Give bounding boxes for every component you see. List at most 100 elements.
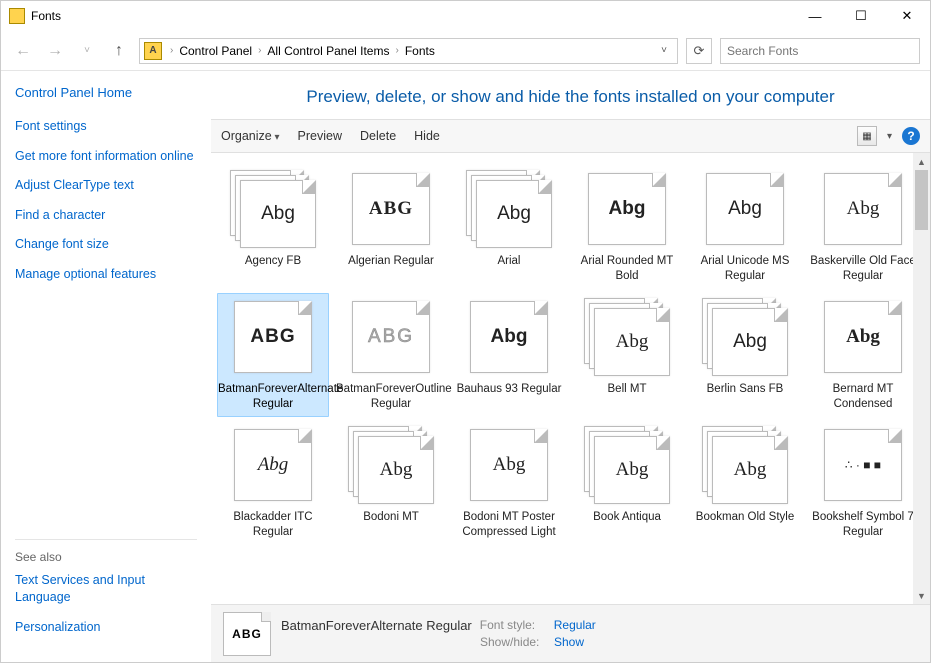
- sidebar-link[interactable]: Adjust ClearType text: [15, 177, 197, 195]
- details-sample: ABG: [232, 627, 262, 641]
- font-item[interactable]: Abg Bauhaus 93 Regular: [453, 293, 565, 417]
- view-options-button[interactable]: ▦: [857, 126, 877, 146]
- scrollbar[interactable]: ▲ ▼: [913, 153, 930, 604]
- breadcrumb-item[interactable]: Fonts: [401, 44, 439, 58]
- font-thumbnail: ABG: [230, 298, 316, 376]
- font-item[interactable]: AbgAgency FB: [217, 165, 329, 289]
- font-item[interactable]: Abg Arial Rounded MT Bold: [571, 165, 683, 289]
- sidebar-link[interactable]: Change font size: [15, 236, 197, 254]
- main-pane: Preview, delete, or show and hide the fo…: [211, 71, 930, 662]
- forward-button[interactable]: →: [43, 39, 67, 63]
- command-bar: Organize Preview Delete Hide ▦ ▾ ?: [211, 119, 930, 153]
- font-item[interactable]: ∴ · ■ ■Bookshelf Symbol 7 Regular: [807, 421, 919, 545]
- font-thumbnail: Abg: [702, 170, 788, 248]
- chevron-right-icon: ›: [393, 45, 400, 56]
- font-name-label: Arial Rounded MT Bold: [574, 254, 680, 284]
- font-item[interactable]: Abg Bell MT: [571, 293, 683, 417]
- font-item[interactable]: ABG Algerian Regular: [335, 165, 447, 289]
- font-thumbnail: Abg: [230, 426, 316, 504]
- font-name-label: Bell MT: [608, 382, 647, 397]
- details-value[interactable]: Regular: [554, 618, 596, 633]
- font-thumbnail: Abg: [702, 298, 788, 376]
- folder-icon: A: [144, 42, 162, 60]
- sidebar-link[interactable]: Manage optional features: [15, 266, 197, 284]
- font-item[interactable]: Abg Bodoni MT: [335, 421, 447, 545]
- font-thumbnail: Abg: [466, 426, 552, 504]
- sidebar-home-link[interactable]: Control Panel Home: [15, 85, 197, 100]
- window-title: Fonts: [31, 9, 792, 23]
- font-item[interactable]: Abg Book Antiqua: [571, 421, 683, 545]
- details-label: Font style:: [480, 618, 546, 633]
- close-button[interactable]: ✕: [884, 1, 930, 31]
- font-name-label: Algerian Regular: [348, 254, 434, 269]
- details-label: Show/hide:: [480, 635, 546, 649]
- hide-button[interactable]: Hide: [414, 129, 440, 143]
- organize-menu[interactable]: Organize: [221, 129, 280, 143]
- scroll-thumb[interactable]: [915, 170, 928, 230]
- see-also-link[interactable]: Text Services and Input Language: [15, 572, 197, 607]
- font-name-label: Arial Unicode MS Regular: [692, 254, 798, 284]
- see-also-heading: See also: [15, 539, 197, 564]
- font-thumbnail: Abg: [702, 426, 788, 504]
- font-thumbnail: Abg: [348, 426, 434, 504]
- details-thumbnail: ABG: [223, 612, 271, 656]
- font-thumbnail: Abg: [584, 298, 670, 376]
- font-thumbnail: Abg: [466, 298, 552, 376]
- sidebar-link[interactable]: Get more font information online: [15, 148, 197, 166]
- font-name-label: Bookman Old Style: [696, 510, 794, 525]
- font-name-label: Book Antiqua: [593, 510, 661, 525]
- scroll-down-button[interactable]: ▼: [913, 587, 930, 604]
- font-thumbnail: Abg: [820, 170, 906, 248]
- font-item[interactable]: Abg Arial Unicode MS Regular: [689, 165, 801, 289]
- font-name-label: Bernard MT Condensed: [810, 382, 916, 412]
- font-name-label: Bodoni MT Poster Compressed Light: [456, 510, 562, 540]
- scroll-up-button[interactable]: ▲: [913, 153, 930, 170]
- font-name-label: BatmanForeverAlternate Regular: [218, 382, 328, 412]
- breadcrumb-item[interactable]: Control Panel: [175, 44, 256, 58]
- details-value[interactable]: Show: [554, 635, 584, 649]
- up-button[interactable]: ↑: [107, 39, 131, 63]
- address-bar[interactable]: A › Control Panel › All Control Panel It…: [139, 38, 678, 64]
- font-thumbnail: Abg: [466, 170, 552, 248]
- font-item[interactable]: Abg Arial: [453, 165, 565, 289]
- font-item[interactable]: Abg Berlin Sans FB: [689, 293, 801, 417]
- page-heading: Preview, delete, or show and hide the fo…: [211, 71, 930, 119]
- font-thumbnail: Abg: [584, 170, 670, 248]
- font-thumbnail: Abg: [820, 298, 906, 376]
- chevron-down-icon[interactable]: ▾: [887, 131, 892, 142]
- sidebar: Control Panel Home Font settings Get more…: [1, 71, 211, 662]
- delete-button[interactable]: Delete: [360, 129, 396, 143]
- address-dropdown[interactable]: ˅: [655, 45, 673, 56]
- font-item[interactable]: Abg Bodoni MT Poster Compressed Light: [453, 421, 565, 545]
- font-thumbnail: ABG: [348, 298, 434, 376]
- font-item[interactable]: Abg Bernard MT Condensed: [807, 293, 919, 417]
- chevron-right-icon: ›: [168, 45, 175, 56]
- font-name-label: Bauhaus 93 Regular: [457, 382, 562, 397]
- font-item[interactable]: ABG BatmanForeverAlternate Regular: [217, 293, 329, 417]
- details-pane: ABG BatmanForeverAlternate Regular Font …: [211, 604, 930, 662]
- font-name-label: Berlin Sans FB: [707, 382, 784, 397]
- help-button[interactable]: ?: [902, 127, 920, 145]
- search-input[interactable]: [727, 44, 913, 58]
- font-item[interactable]: AbgBlackadder ITC Regular: [217, 421, 329, 545]
- breadcrumb-item[interactable]: All Control Panel Items: [263, 44, 393, 58]
- see-also-link[interactable]: Personalization: [15, 619, 197, 637]
- back-button[interactable]: ←: [11, 39, 35, 63]
- font-name-label: Arial: [497, 254, 520, 269]
- recent-dropdown[interactable]: ˅: [75, 39, 99, 63]
- sidebar-link[interactable]: Find a character: [15, 207, 197, 225]
- font-thumbnail: Abg: [584, 426, 670, 504]
- maximize-button[interactable]: ☐: [838, 1, 884, 31]
- minimize-button[interactable]: —: [792, 1, 838, 31]
- search-box[interactable]: [720, 38, 920, 64]
- refresh-button[interactable]: ⟳: [686, 38, 712, 64]
- font-name-label: Bodoni MT: [363, 510, 419, 525]
- font-item[interactable]: AbgBaskerville Old Face Regular: [807, 165, 919, 289]
- font-thumbnail: ∴ · ■ ■: [820, 426, 906, 504]
- font-thumbnail: ABG: [348, 170, 434, 248]
- sidebar-link[interactable]: Font settings: [15, 118, 197, 136]
- font-item[interactable]: Abg Bookman Old Style: [689, 421, 801, 545]
- preview-button[interactable]: Preview: [298, 129, 342, 143]
- app-icon: [9, 8, 25, 24]
- font-item[interactable]: ABGBatmanForeverOutline Regular: [335, 293, 447, 417]
